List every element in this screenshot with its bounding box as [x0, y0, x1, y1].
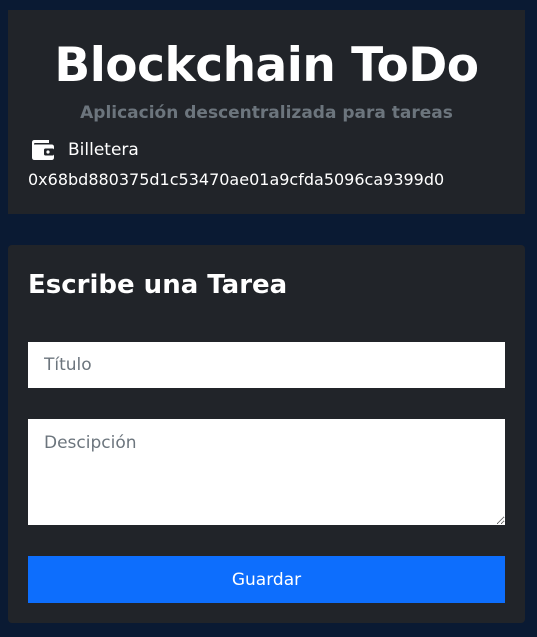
app-title: Blockchain ToDo — [54, 38, 479, 93]
task-form-card: Escribe una Tarea Guardar — [8, 245, 525, 623]
wallet-row: Billetera — [30, 138, 139, 162]
task-title-input[interactable] — [28, 342, 505, 388]
wallet-address: 0x68bd880375d1c53470ae01a9cfda5096ca9399… — [28, 170, 445, 189]
wallet-icon — [30, 139, 56, 161]
task-description-input[interactable] — [28, 419, 505, 525]
app-subtitle: Aplicación descentralizada para tareas — [80, 103, 453, 123]
form-title: Escribe una Tarea — [28, 270, 288, 300]
header-card: Blockchain ToDo Aplicación descentraliza… — [8, 10, 525, 214]
wallet-label: Billetera — [68, 139, 139, 160]
save-button[interactable]: Guardar — [28, 556, 505, 603]
